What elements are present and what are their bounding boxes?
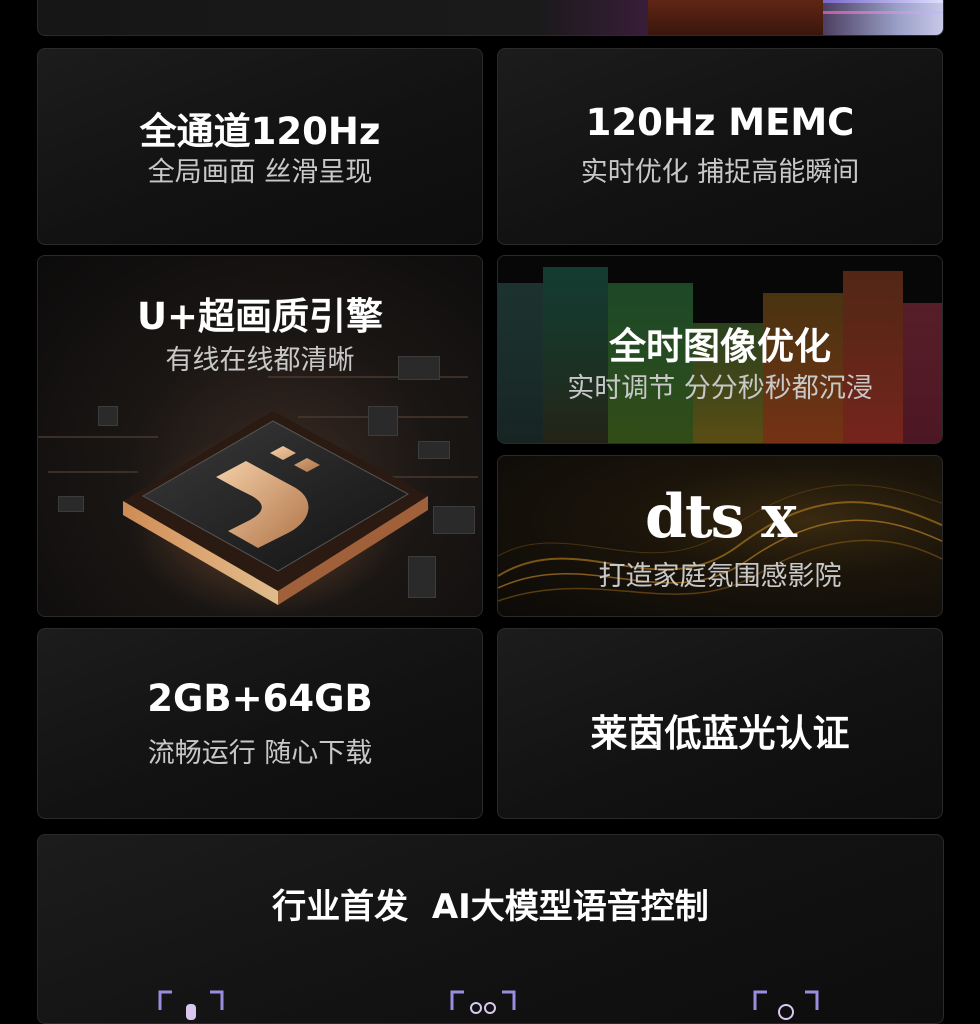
- feature-card-refresh: 全通道120Hz 全局画面 丝滑呈现: [37, 48, 483, 245]
- tv-screen-image: [648, 0, 823, 35]
- feature-card-storage: 2GB+64GB 流畅运行 随心下载: [37, 628, 483, 819]
- feature-subtitle: 全局画面 丝滑呈现: [147, 157, 373, 188]
- mic-bracket-icon: [158, 990, 224, 1020]
- feature-card-image-optimization: 全时图像优化 实时调节 分分秒秒都沉浸: [497, 255, 943, 444]
- dts-x-logo: dts x: [644, 482, 797, 552]
- feature-subtitle: 打造家庭氛围感影院: [598, 561, 842, 592]
- light-streak: [823, 0, 943, 3]
- feature-subtitle: 流畅运行 随心下载: [147, 738, 373, 769]
- feature-card-eyecare: 莱茵低蓝光认证: [497, 628, 943, 819]
- feature-card-dts: dts x 打造家庭氛围感影院: [497, 455, 943, 617]
- feature-title: 2GB+64GB: [147, 677, 373, 720]
- feature-subtitle: 实时优化 捕捉高能瞬间: [580, 157, 860, 188]
- feature-subtitle: 实时调节 分分秒秒都沉浸: [567, 373, 873, 404]
- feature-title: 120Hz MEMC: [585, 101, 855, 144]
- feature-card-memc: 120Hz MEMC 实时优化 捕捉高能瞬间: [497, 48, 943, 245]
- light-streak: [823, 11, 943, 14]
- feature-title: U+超画质引擎: [136, 295, 384, 338]
- top-banner-image: [37, 0, 944, 36]
- people-bracket-icon: [450, 990, 516, 1014]
- feature-title: 全通道120Hz: [139, 110, 381, 153]
- feature-card-engine: U+超画质引擎 有线在线都清晰: [37, 255, 483, 617]
- feature-card-voice: 行业首发 AI大模型语音控制: [37, 834, 944, 1024]
- feature-title: 行业首发 AI大模型语音控制: [272, 887, 709, 927]
- chip-logo-icon: [123, 411, 428, 605]
- camera-bracket-icon: [753, 990, 819, 1020]
- feature-subtitle: 有线在线都清晰: [165, 345, 355, 376]
- feature-title: 莱茵低蓝光认证: [590, 712, 850, 755]
- feature-title: 全时图像优化: [609, 325, 831, 368]
